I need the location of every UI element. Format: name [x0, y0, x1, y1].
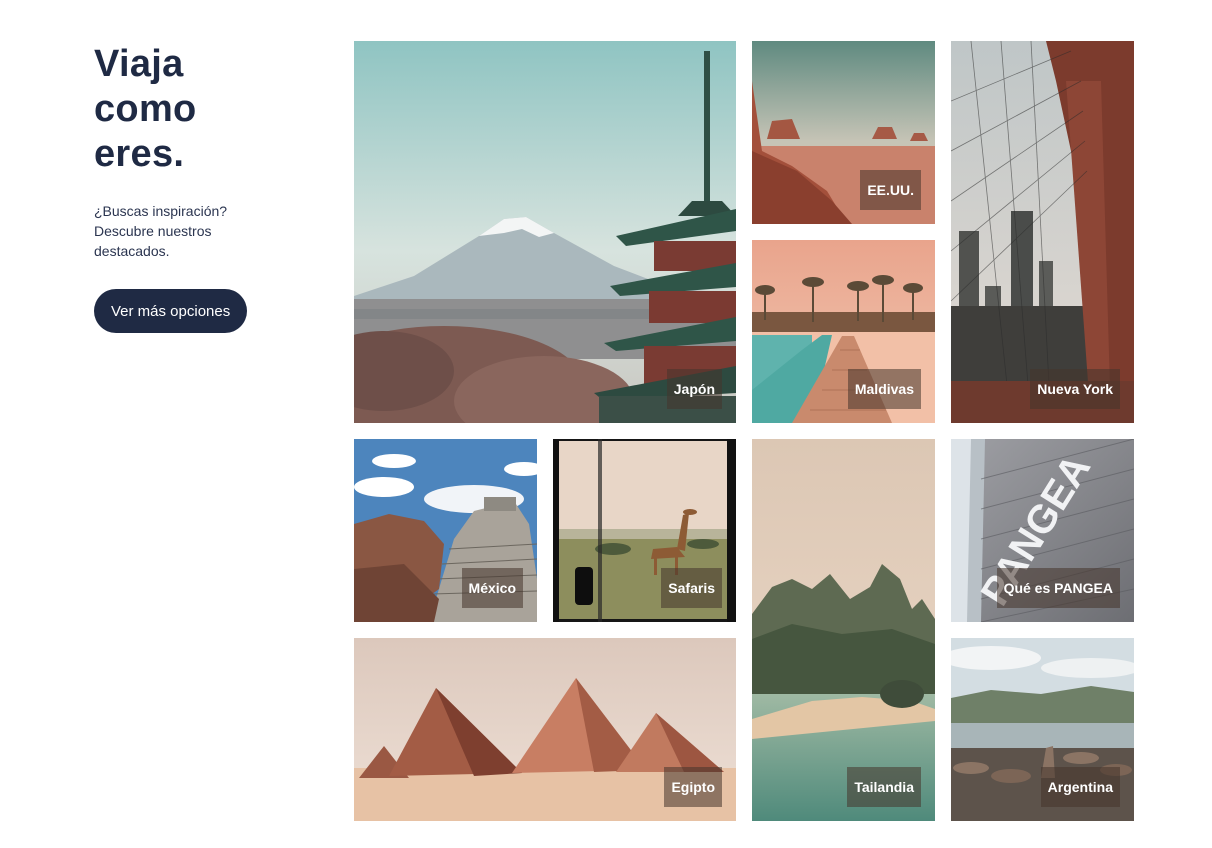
destination-tile-nueva-york[interactable]: Nueva York	[951, 41, 1134, 423]
destination-label-maldivas: Maldivas	[847, 369, 921, 409]
tailandia-image	[752, 439, 935, 821]
hero-title: Viaja como eres.	[94, 42, 294, 177]
destination-label-pangea: Qué es PANGEA	[996, 568, 1120, 608]
hero-title-line-2: como	[94, 88, 197, 130]
destination-label-mexico: México	[461, 568, 523, 608]
hero-title-line-1: Viaja	[94, 43, 184, 85]
nueva-york-image	[951, 41, 1134, 423]
destination-label-tailandia: Tailandia	[847, 767, 921, 807]
destination-label-safaris: Safaris	[661, 568, 722, 608]
destination-tile-argentina[interactable]: Argentina	[951, 638, 1134, 821]
intro-section: Viaja como eres. ¿Buscas inspiración? De…	[94, 42, 294, 333]
destination-label-argentina: Argentina	[1040, 767, 1120, 807]
hero-subtitle: ¿Buscas inspiración? Descubre nuestros d…	[94, 203, 228, 259]
destination-tile-safaris[interactable]: Safaris	[553, 439, 736, 622]
destination-tile-pangea[interactable]: PANGEA Qué es PANGEA	[951, 439, 1134, 622]
japon-image	[354, 41, 736, 423]
destination-label-japon: Japón	[666, 369, 722, 409]
destination-tile-eeuu[interactable]: EE.UU.	[752, 41, 935, 224]
destination-tile-maldivas[interactable]: Maldivas	[752, 240, 935, 423]
destination-tile-japon[interactable]: Japón	[354, 41, 736, 423]
destination-tile-egipto[interactable]: Egipto	[354, 638, 736, 821]
destination-label-nueva-york: Nueva York	[1030, 369, 1120, 409]
destination-tile-mexico[interactable]: México	[354, 439, 537, 622]
destination-label-eeuu: EE.UU.	[860, 170, 921, 210]
see-more-options-button[interactable]: Ver más opciones	[94, 289, 248, 333]
destination-label-egipto: Egipto	[664, 767, 722, 807]
hero-title-line-3: eres.	[94, 133, 185, 175]
page: Viaja como eres. ¿Buscas inspiración? De…	[0, 0, 1212, 848]
destination-tile-tailandia[interactable]: Tailandia	[752, 439, 935, 821]
